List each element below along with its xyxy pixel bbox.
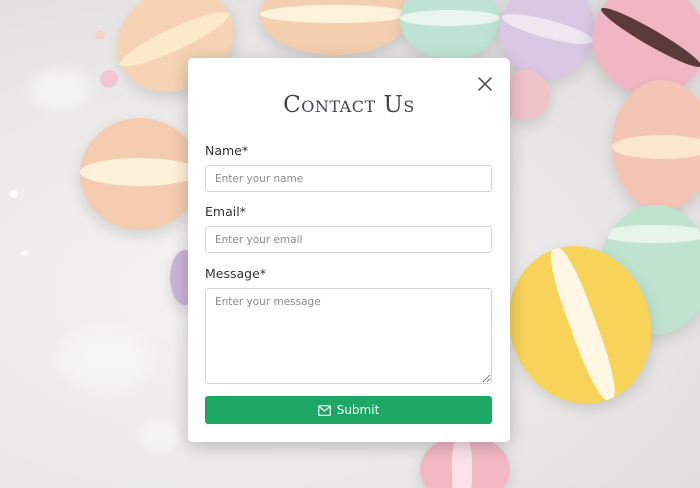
- macaron-apricot: [260, 0, 410, 55]
- envelope-icon: [317, 404, 331, 416]
- sugar-dust: [140, 420, 180, 450]
- macaron-orange: [80, 118, 200, 230]
- sugar-speck: [22, 250, 28, 256]
- macaron-coral: [612, 80, 700, 210]
- sugar-dust: [60, 330, 150, 390]
- name-input[interactable]: [205, 165, 492, 192]
- submit-button[interactable]: Submit: [205, 396, 492, 424]
- modal-title: Contact Us: [283, 92, 415, 118]
- email-input[interactable]: [205, 226, 492, 253]
- message-textarea[interactable]: [205, 288, 492, 384]
- name-label: Name*: [205, 143, 249, 158]
- candy-speck: [95, 30, 105, 40]
- submit-label: Submit: [336, 403, 380, 417]
- candy-speck: [100, 70, 118, 88]
- macaron-pink-bottom: [420, 435, 510, 488]
- sugar-speck: [10, 190, 18, 198]
- contact-modal: Contact Us Name* Email* Message* Submit: [188, 58, 510, 442]
- message-label: Message*: [205, 266, 267, 281]
- macaron-mint: [400, 0, 500, 60]
- email-label: Email*: [205, 204, 246, 219]
- sugar-dust: [30, 70, 90, 110]
